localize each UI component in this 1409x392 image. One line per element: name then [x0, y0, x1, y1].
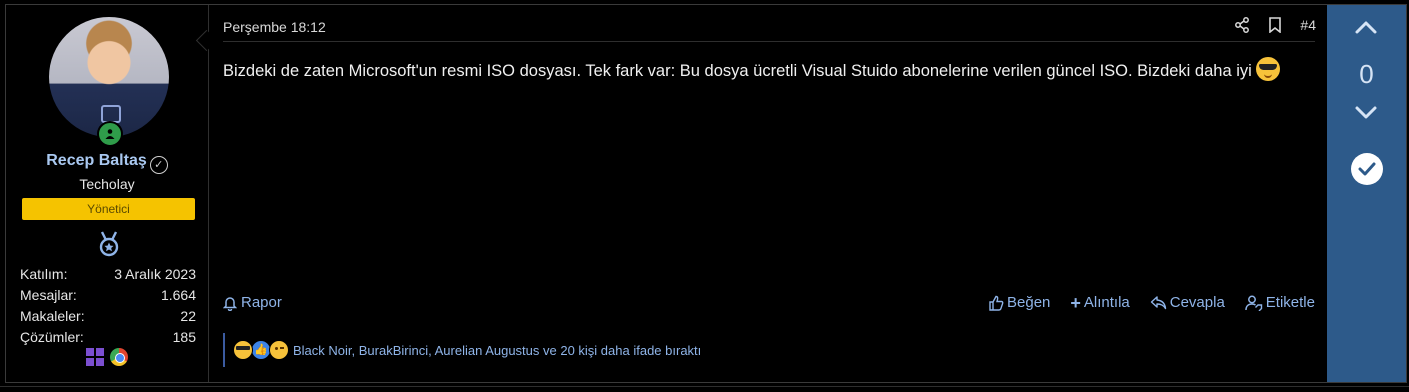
like-button[interactable]: Beğen [988, 294, 1050, 311]
stat-label: Makaleler: [20, 308, 85, 324]
tag-label: Etiketle [1265, 294, 1315, 311]
post-container: Recep Baltaş ✓ Techolay Yönetici Katılım:… [5, 4, 1407, 383]
stat-row: Katılım: 3 Aralık 2023 [20, 264, 196, 285]
bottom-divider [0, 386, 1409, 387]
check-icon [1358, 162, 1376, 176]
avatar[interactable] [49, 17, 169, 137]
report-button[interactable]: Rapor [223, 294, 282, 311]
like-label: Beğen [1007, 294, 1051, 311]
user-stats: Katılım: 3 Aralık 2023 Mesajlar: 1.664 Mak… [20, 264, 196, 348]
post-date[interactable]: Perşembe 18:12 [223, 19, 326, 35]
stat-label: Katılım: [20, 266, 68, 282]
reply-button[interactable]: Cevapla [1150, 294, 1225, 311]
post-content: Bizdeki de zaten Microsoft'un resmi ISO … [223, 57, 1313, 85]
role-banner: Yönetici [22, 198, 195, 220]
post-actions: Rapor Beğen + Alıntıla Cevapla Etiketle [223, 294, 1315, 316]
stat-value: 1.664 [160, 287, 196, 303]
thumbs-up-icon [989, 295, 1004, 311]
vote-count: 0 [1359, 59, 1374, 89]
reply-label: Cevapla [1169, 294, 1225, 311]
reactions-text[interactable]: Black Noir, BurakBirinci, Aurelian Augus… [293, 343, 701, 358]
post-text: Bizdeki de zaten Microsoft'un resmi ISO … [223, 62, 1252, 80]
user-tag-icon [1245, 295, 1262, 311]
reply-icon [1150, 296, 1166, 310]
quote-label: Alıntıla [1083, 294, 1130, 311]
report-label: Rapor [241, 294, 282, 311]
post-tools: #4 [1234, 17, 1316, 33]
windows-icon [86, 348, 104, 366]
stat-value: 3 Aralık 2023 [114, 266, 196, 282]
right-actions: Beğen + Alıntıla Cevapla Etiketle [988, 292, 1315, 313]
stat-row: Makaleler: 22 [20, 306, 196, 327]
mark-solution-button[interactable] [1351, 153, 1383, 185]
header-divider [223, 41, 1315, 42]
plus-icon: + [1070, 292, 1081, 313]
user-cell: Recep Baltaş ✓ Techolay Yönetici Katılım:… [6, 5, 209, 382]
stat-label: Çözümler: [20, 329, 84, 345]
bell-icon [223, 296, 237, 311]
tag-button[interactable]: Etiketle [1245, 294, 1315, 311]
user-badges [86, 348, 128, 366]
stat-row: Çözümler: 185 [20, 327, 196, 348]
username[interactable]: Recep Baltaş ✓ [6, 152, 208, 174]
reactions-bar[interactable]: 👍 Black Noir, BurakBirinci, Aurelian Aug… [223, 333, 701, 367]
cool-reaction-icon [233, 340, 253, 360]
downvote-icon[interactable] [1354, 105, 1378, 121]
stat-label: Mesajlar: [20, 287, 77, 303]
cool-emoji-icon [1256, 57, 1281, 81]
chrome-icon [110, 348, 128, 366]
bookmark-icon[interactable] [1268, 17, 1282, 33]
post-number[interactable]: #4 [1300, 17, 1316, 33]
stat-row: Mesajlar: 1.664 [20, 285, 196, 306]
vote-column: 0 [1327, 5, 1406, 382]
user-title: Techolay [79, 176, 135, 192]
stat-value: 22 [180, 308, 196, 324]
like-reaction-icon: 👍 [251, 340, 271, 360]
share-icon[interactable] [1234, 17, 1250, 33]
reaction-icons: 👍 [233, 340, 289, 360]
message-main: Perşembe 18:12 #4 Bizdeki de zaten Micro… [209, 5, 1326, 382]
upvote-icon[interactable] [1354, 19, 1378, 35]
wink-reaction-icon [269, 340, 289, 360]
online-status-icon [97, 121, 123, 147]
username-text[interactable]: Recep Baltaş [46, 152, 147, 169]
stat-value: 185 [172, 329, 196, 345]
quote-button[interactable]: + Alıntıla [1070, 292, 1130, 313]
trophy-icon[interactable] [98, 231, 120, 257]
verified-icon: ✓ [149, 156, 168, 174]
